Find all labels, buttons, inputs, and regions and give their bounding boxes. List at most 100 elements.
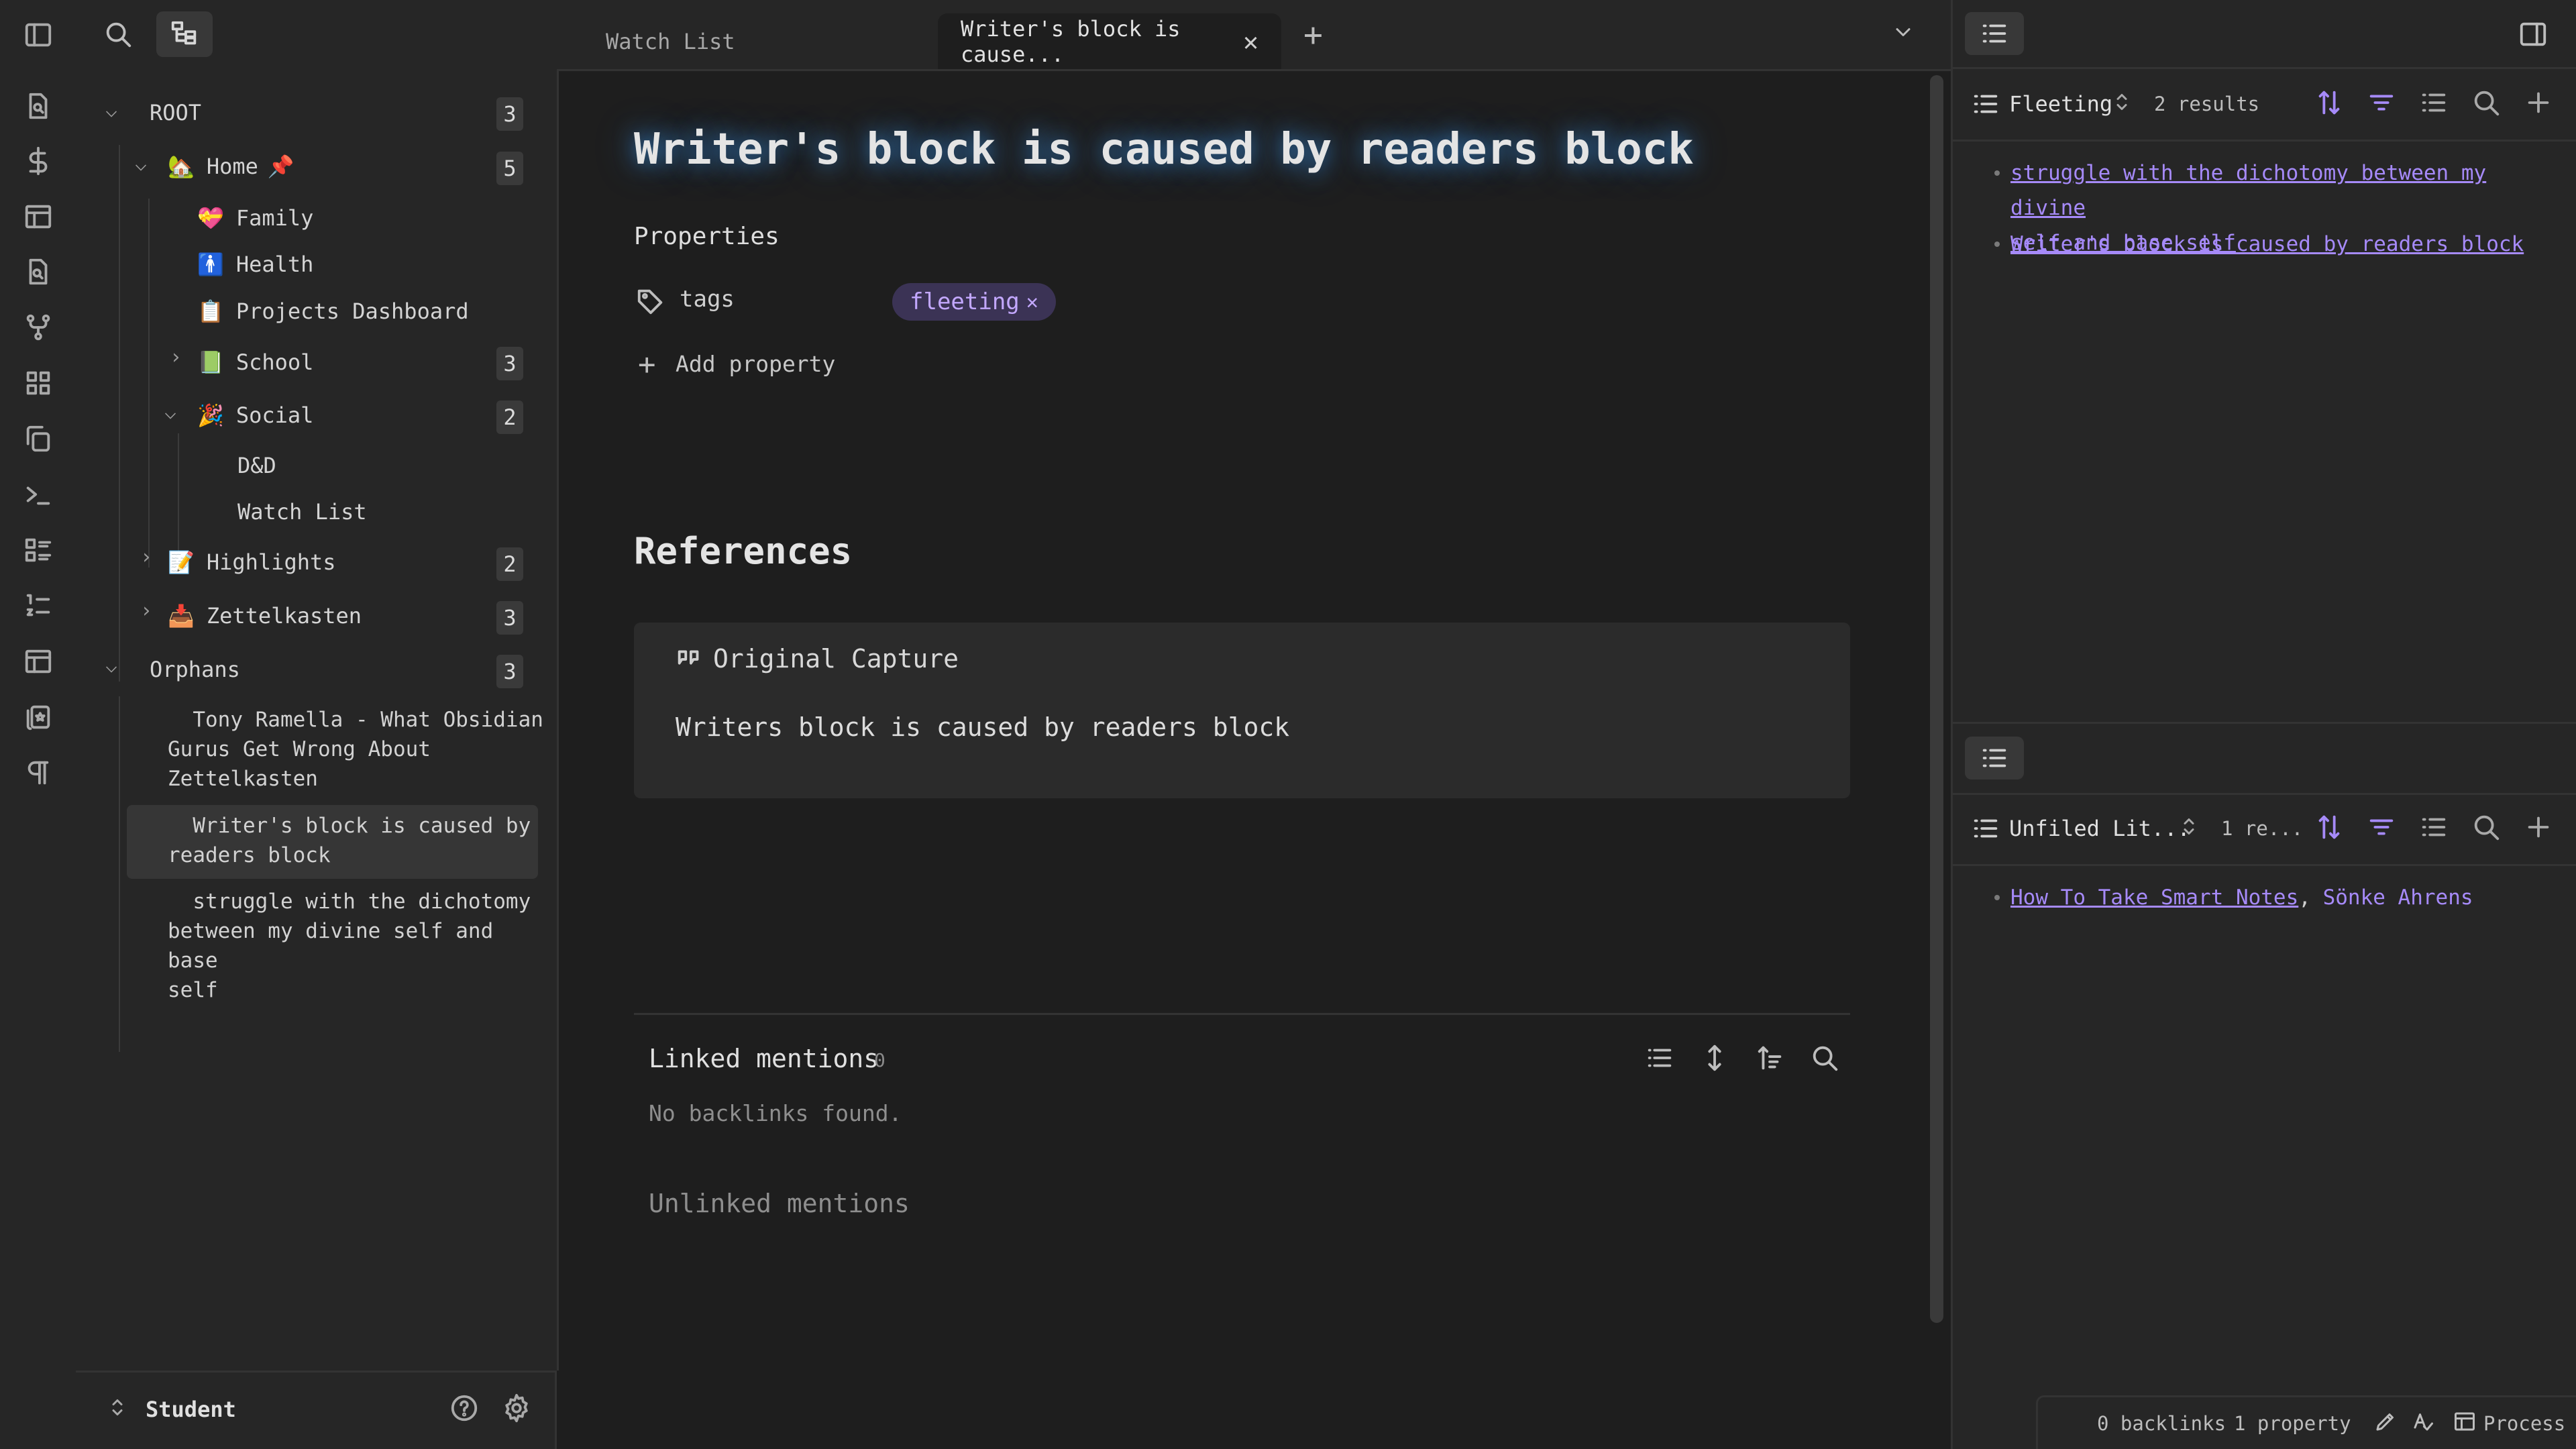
- copy-icon[interactable]: [22, 423, 54, 455]
- file-struggle-dichotomy[interactable]: struggle with the dichotomy between my d…: [168, 887, 531, 1005]
- dollar-icon[interactable]: [22, 145, 54, 177]
- editor-scrollbar[interactable]: [1930, 75, 1943, 1323]
- result-item[interactable]: How To Take Smart Notes, Sönke Ahrens: [2010, 880, 2473, 915]
- layout-icon[interactable]: [22, 645, 54, 678]
- results-count: 1 re...: [2221, 817, 2304, 840]
- spellcheck-icon[interactable]: [2411, 1409, 2435, 1436]
- linked-mentions-heading[interactable]: Linked mentions: [649, 1044, 879, 1073]
- properties-heading[interactable]: Properties: [634, 223, 780, 250]
- file-health[interactable]: 🚹 Health: [197, 252, 313, 277]
- filter-icon[interactable]: [2366, 812, 2397, 845]
- file-label: Family: [235, 205, 314, 231]
- file-tree-icon[interactable]: [156, 11, 213, 57]
- close-tab-icon[interactable]: ✕: [1243, 27, 1258, 56]
- filter-icon[interactable]: [2366, 87, 2397, 121]
- vault-name[interactable]: Student: [146, 1397, 236, 1422]
- sort-arrows-icon[interactable]: [2314, 87, 2345, 121]
- vault-switcher-chevrons-icon[interactable]: [105, 1395, 129, 1422]
- list-icon[interactable]: [1644, 1042, 1675, 1076]
- tag-label: fleeting: [910, 288, 1020, 315]
- cards-icon[interactable]: [22, 701, 54, 733]
- tree-guide-line: [148, 199, 150, 568]
- grid-icon[interactable]: [22, 367, 54, 399]
- result-link[interactable]: How To Take Smart Notes: [2010, 885, 2298, 910]
- result-link-line[interactable]: struggle with the dichotomy between my d…: [2010, 156, 2561, 225]
- folder-zettelkasten[interactable]: 📥 Zettelkasten: [168, 603, 362, 629]
- view-switch-chevrons-icon[interactable]: [2177, 814, 2201, 841]
- add-item-icon[interactable]: [2523, 87, 2554, 121]
- git-fork-icon[interactable]: [22, 311, 54, 343]
- collapse-chevron-down-icon[interactable]: ⌵: [135, 152, 147, 176]
- file-label-line: Zettelkasten: [168, 767, 318, 791]
- file-tony-ramella[interactable]: Tony Ramella - What Obsidian Gurus Get W…: [168, 705, 543, 794]
- add-property-button[interactable]: Add property: [676, 351, 835, 377]
- list-properties-icon[interactable]: [2418, 812, 2449, 845]
- tree-guide-line: [119, 145, 120, 682]
- table-icon[interactable]: [22, 201, 54, 233]
- list-properties-icon[interactable]: [2418, 87, 2449, 121]
- file-projects-dashboard[interactable]: 📋 Projects Dashboard: [197, 299, 469, 324]
- file-writers-block[interactable]: Writer's block is caused by readers bloc…: [168, 811, 531, 870]
- result-link-line[interactable]: Writer's block is caused by readers bloc…: [2010, 227, 2561, 262]
- outline-list-icon[interactable]: [1965, 12, 2024, 55]
- search-mentions-icon[interactable]: [1809, 1042, 1840, 1076]
- file-watch-list[interactable]: Watch List: [237, 499, 367, 525]
- remove-tag-icon[interactable]: ✕: [1026, 290, 1038, 314]
- search-view-icon[interactable]: [2471, 87, 2502, 121]
- status-backlinks[interactable]: 0 backlinks: [2097, 1412, 2226, 1435]
- edit-pencil-icon[interactable]: [2373, 1409, 2398, 1436]
- view-selector[interactable]: Fleeting: [2009, 91, 2112, 117]
- toggle-right-sidebar-icon[interactable]: [2518, 19, 2548, 52]
- tab-writers-block[interactable]: Writer's block is cause... ✕: [938, 13, 1281, 69]
- callout-block[interactable]: Original Capture Writers block is caused…: [634, 623, 1850, 798]
- view-switch-chevrons-icon[interactable]: [2110, 90, 2134, 117]
- folder-social[interactable]: 🎉 Social: [197, 402, 313, 428]
- document-search-icon[interactable]: [22, 256, 54, 288]
- pilcrow-icon[interactable]: [22, 757, 54, 789]
- author-name[interactable]: Sönke Ahrens: [2323, 885, 2473, 910]
- property-key-tags[interactable]: tags: [680, 286, 735, 313]
- list-details-icon[interactable]: [22, 534, 54, 566]
- tab-watch-list[interactable]: Watch List: [583, 13, 758, 69]
- file-explorer: ⌵ ROOT 3 ⌵ 🏡 Home 📌 5 💝 Family 🚹 Health …: [76, 69, 559, 1371]
- new-tab-icon[interactable]: +: [1303, 16, 1323, 54]
- number-list-icon[interactable]: [22, 590, 54, 622]
- expand-chevron-right-icon[interactable]: ›: [170, 345, 182, 369]
- tag-pill[interactable]: fleeting ✕: [892, 283, 1056, 321]
- folder-school[interactable]: 📗 School: [197, 350, 313, 375]
- folder-home[interactable]: 🏡 Home 📌: [168, 154, 294, 179]
- search-view-icon[interactable]: [2471, 812, 2502, 845]
- status-process[interactable]: Process: [2483, 1412, 2565, 1435]
- folder-count: 3: [496, 655, 523, 688]
- file-family[interactable]: 💝 Family: [197, 205, 313, 231]
- outline-list-icon[interactable]: [1965, 737, 2024, 780]
- file-search-icon[interactable]: [22, 90, 54, 122]
- result-item[interactable]: Writer's block is caused by readers bloc…: [2010, 227, 2561, 262]
- collapse-chevron-down-icon[interactable]: ⌵: [105, 99, 117, 122]
- divider: [634, 1013, 1850, 1015]
- sort-icon[interactable]: [1754, 1042, 1785, 1076]
- add-item-icon[interactable]: [2523, 812, 2554, 845]
- divider: [1953, 793, 2576, 795]
- view-selector[interactable]: Unfiled Lit...: [2009, 816, 2190, 841]
- folder-orphans[interactable]: Orphans: [150, 657, 240, 682]
- sort-arrows-icon[interactable]: [2314, 812, 2345, 845]
- folder-root[interactable]: ROOT: [150, 100, 201, 125]
- status-properties[interactable]: 1 property: [2234, 1412, 2351, 1435]
- terminal-icon[interactable]: [22, 478, 54, 511]
- search-icon[interactable]: [103, 19, 133, 52]
- collapse-chevron-down-icon[interactable]: ⌵: [105, 654, 117, 678]
- toggle-sidebar-icon[interactable]: [22, 19, 54, 51]
- settings-gear-icon[interactable]: [501, 1393, 532, 1426]
- note-title[interactable]: Writer's block is caused by readers bloc…: [634, 125, 1694, 174]
- collapse-chevron-down-icon[interactable]: ⌵: [164, 400, 176, 424]
- expand-chevron-right-icon[interactable]: ›: [140, 545, 152, 569]
- unlinked-mentions-heading[interactable]: Unlinked mentions: [649, 1189, 910, 1218]
- file-dnd[interactable]: D&D: [237, 453, 276, 478]
- layout-process-icon[interactable]: [2453, 1409, 2477, 1436]
- expand-chevron-right-icon[interactable]: ›: [140, 599, 152, 623]
- help-icon[interactable]: [449, 1393, 480, 1426]
- folder-highlights[interactable]: 📝 Highlights: [168, 549, 336, 575]
- tab-list-chevron-down-icon[interactable]: [1891, 20, 1915, 47]
- expand-vertical-icon[interactable]: [1699, 1042, 1730, 1076]
